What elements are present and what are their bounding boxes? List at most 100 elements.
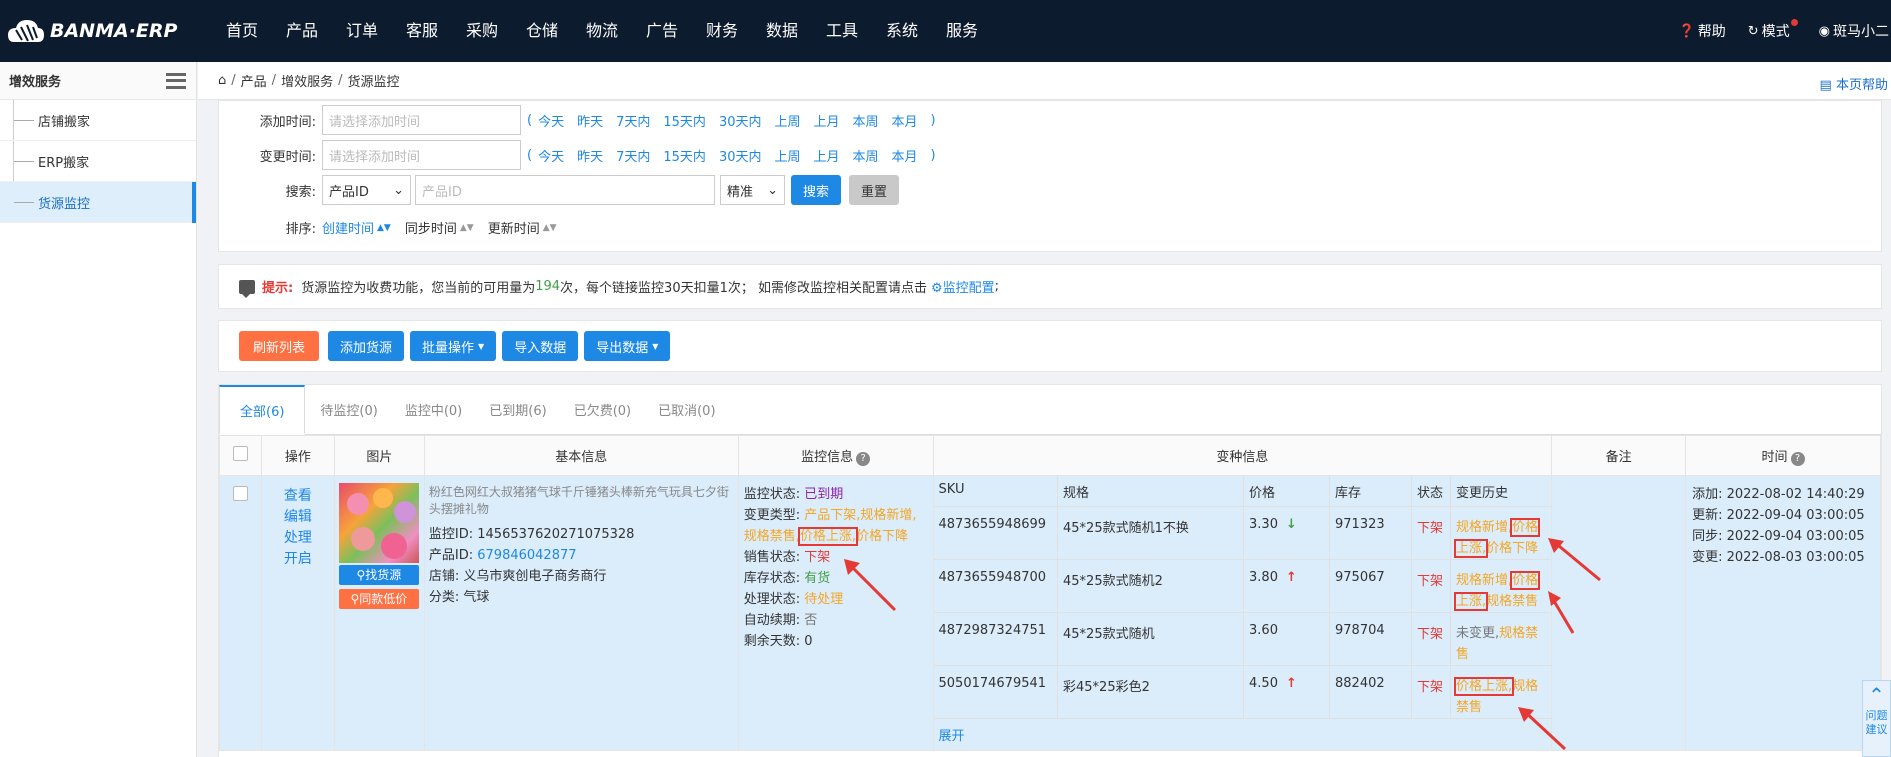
range-this-week[interactable]: 本周	[853, 111, 879, 130]
process-status-value: 待处理	[804, 592, 844, 607]
shop-value: 义乌市爽创电子商务商行	[463, 569, 607, 584]
add-time-label: 添加时间:	[259, 114, 316, 130]
view-link[interactable]: 查看	[262, 486, 334, 507]
question-circle-icon[interactable]: ?	[1790, 451, 1805, 466]
breadcrumb-efficiency[interactable]: 增效服务	[281, 71, 333, 90]
sort-synced-label: 同步时间	[404, 222, 457, 237]
sidebar-item-shop-move[interactable]: 店铺搬家	[0, 100, 196, 141]
range-last-week[interactable]: 上周	[774, 111, 800, 130]
nav-logistics[interactable]: 物流	[572, 0, 632, 62]
tab-pending[interactable]: 待监控(0)	[308, 385, 389, 434]
tab-cancelled[interactable]: 已取消(0)	[646, 385, 727, 434]
sidebar-item-source-monitor[interactable]: 货源监控	[0, 182, 196, 223]
range-this-month[interactable]: 本月	[892, 111, 918, 130]
range-30days[interactable]: 30天内	[719, 146, 762, 165]
range-15days[interactable]: 15天内	[663, 111, 706, 130]
product-id-link[interactable]: 679846042877	[477, 548, 576, 563]
nav-product[interactable]: 产品	[272, 0, 332, 62]
sort-synced[interactable]: 同步时间 ▲▼	[405, 218, 474, 237]
nav-purchase[interactable]: 采购	[452, 0, 512, 62]
row-checkbox[interactable]	[232, 486, 248, 501]
sort-created-label: 创建时间	[322, 222, 375, 237]
range-last-month[interactable]: 上月	[814, 146, 840, 165]
import-button[interactable]: 导入数据	[502, 331, 579, 361]
feedback-widget[interactable]: ⌃ 问题建议	[1862, 680, 1891, 757]
sidebar-item-erp-move[interactable]: ERP搬家	[0, 141, 196, 182]
tab-all[interactable]: 全部(6)	[219, 385, 306, 435]
range-this-month[interactable]: 本月	[892, 146, 918, 165]
range-today[interactable]: 今天	[538, 146, 564, 165]
search-field-select[interactable]: 产品ID ⌄	[322, 175, 411, 205]
help-link[interactable]: ❓ 帮助	[1679, 21, 1726, 41]
sort-updated-label: 更新时间	[487, 222, 540, 237]
nav-ads[interactable]: 广告	[632, 0, 692, 62]
expand-link[interactable]: 展开	[934, 719, 1552, 750]
tab-arrears[interactable]: 已欠费(0)	[562, 385, 643, 434]
nav-warehouse[interactable]: 仓储	[512, 0, 572, 62]
same-low-price-button[interactable]: ⚲同款低价	[338, 589, 419, 609]
monitor-table: 操作 图片 基本信息 监控信息? 变种信息 备注 时间? 查看 编辑 处理 开启	[219, 435, 1881, 751]
arrow-up-icon: ↑	[1285, 675, 1297, 691]
range-7days[interactable]: 7天内	[616, 146, 650, 165]
question-circle-icon[interactable]: ?	[856, 451, 871, 466]
range-last-month[interactable]: 上月	[814, 111, 840, 130]
add-time-input[interactable]: 请选择添加时间	[322, 105, 521, 135]
nav-service[interactable]: 客服	[392, 0, 452, 62]
select-all-checkbox[interactable]	[232, 446, 248, 461]
page-help-link[interactable]: ▤ 本页帮助	[1820, 74, 1888, 93]
nav-tools[interactable]: 工具	[812, 0, 872, 62]
tab-monitoring[interactable]: 监控中(0)	[393, 385, 474, 434]
nav-data[interactable]: 数据	[752, 0, 812, 62]
batch-ops-button[interactable]: 批量操作 ▼	[410, 331, 497, 361]
brand-logo[interactable]: BANMA·ERP	[6, 14, 177, 48]
search-label: 搜索:	[285, 184, 316, 200]
nav-home[interactable]: 首页	[212, 0, 272, 62]
export-button[interactable]: 导出数据 ▼	[584, 331, 671, 361]
find-source-button[interactable]: ⚲找货源	[338, 565, 419, 585]
edit-link[interactable]: 编辑	[262, 507, 334, 528]
home-icon[interactable]: ⌂	[218, 73, 226, 88]
enable-link[interactable]: 开启	[262, 549, 334, 570]
reset-button[interactable]: 重置	[849, 175, 900, 205]
tab-expired[interactable]: 已到期(6)	[477, 385, 558, 434]
range-15days[interactable]: 15天内	[663, 146, 706, 165]
monitor-status-label: 监控状态:	[743, 487, 801, 502]
add-source-button[interactable]: 添加货源	[328, 331, 405, 361]
search-button[interactable]: 搜索	[791, 175, 842, 205]
process-link[interactable]: 处理	[262, 528, 334, 549]
variant-row: 4873655948699 45*25款式随机1不换 3.30 ↓ 971323 …	[933, 506, 1552, 560]
sort-updated[interactable]: 更新时间 ▲▼	[488, 218, 557, 237]
product-image[interactable]	[338, 483, 419, 563]
menu-toggle-icon[interactable]	[166, 72, 186, 89]
product-name[interactable]: 粉红色网红大叔猪猪气球千斤锤猪头棒新充气玩具七夕街头摆摊礼物	[429, 484, 734, 518]
monitor-config-link[interactable]: ⚙监控配置	[931, 277, 995, 296]
range-today[interactable]: 今天	[538, 111, 564, 130]
breadcrumb-product[interactable]: 产品	[241, 71, 267, 90]
variant-row: 5050174679541 彩45*25彩色2 4.50 ↑ 882402 下架 …	[933, 665, 1552, 719]
variant-status: 下架	[1411, 559, 1452, 613]
range-7days[interactable]: 7天内	[616, 111, 650, 130]
sort-icon: ▲▼	[377, 222, 391, 233]
nav-orders[interactable]: 订单	[332, 0, 392, 62]
same-low-price-label: 同款低价	[359, 592, 408, 606]
user-menu[interactable]: ◉ 斑马小二	[1819, 21, 1889, 41]
header-variant: 变种信息	[932, 435, 1553, 476]
nav-services[interactable]: 服务	[932, 0, 992, 62]
nav-system[interactable]: 系统	[872, 0, 932, 62]
refresh-list-button[interactable]: 刷新列表	[239, 331, 319, 361]
sort-created[interactable]: 创建时间 ▲▼	[322, 218, 391, 237]
match-mode-select[interactable]: 精准 ⌄	[720, 175, 785, 205]
top-navbar: BANMA·ERP 首页 产品 订单 客服 采购 仓储 物流 广告 财务 数据 …	[0, 0, 1891, 62]
feedback-label: 问题建议	[1865, 709, 1888, 736]
range-last-week[interactable]: 上周	[774, 146, 800, 165]
change-time-input[interactable]: 请选择添加时间	[322, 140, 521, 170]
nav-finance[interactable]: 财务	[692, 0, 752, 62]
monitor-config-label: 监控配置	[942, 281, 995, 296]
search-input[interactable]: 产品ID	[415, 175, 715, 205]
range-yesterday[interactable]: 昨天	[577, 111, 603, 130]
mode-switch[interactable]: ↻ 模式	[1748, 18, 1798, 41]
range-this-week[interactable]: 本周	[853, 146, 879, 165]
range-yesterday[interactable]: 昨天	[577, 146, 603, 165]
range-30days[interactable]: 30天内	[719, 111, 762, 130]
variant-header-history: 变更历史	[1450, 476, 1552, 507]
